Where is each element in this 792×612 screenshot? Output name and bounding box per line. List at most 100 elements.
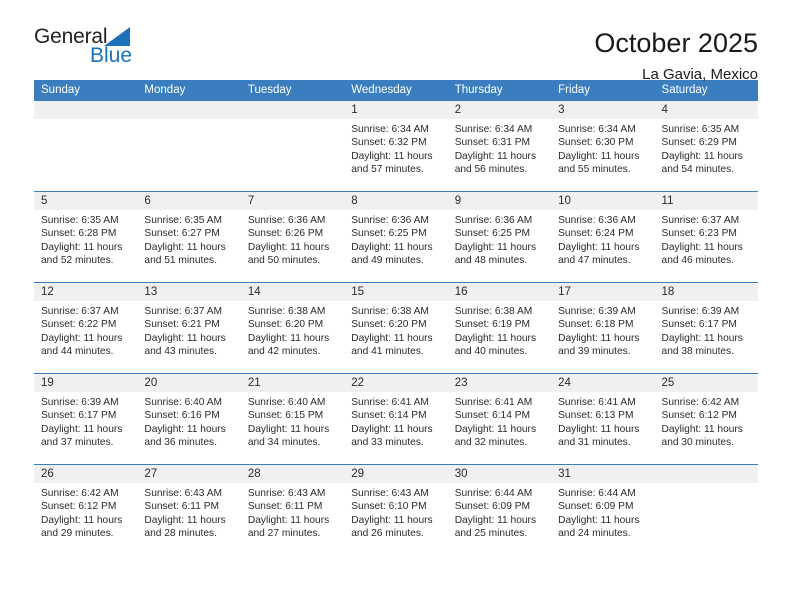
day-number-23[interactable]: 23	[448, 374, 551, 392]
day-detail-line: Sunrise: 6:37 AM	[144, 306, 223, 317]
day-number-15[interactable]: 15	[344, 283, 447, 301]
day-cell-18[interactable]: Sunrise: 6:39 AM Sunset: 6:17 PM Daylight:…	[655, 301, 758, 373]
day-cell-26[interactable]: Sunrise: 6:42 AM Sunset: 6:12 PM Daylight:…	[34, 483, 137, 555]
day-number-10[interactable]: 10	[551, 192, 654, 210]
day-cell-20[interactable]: Sunrise: 6:40 AM Sunset: 6:16 PM Daylight:…	[137, 392, 240, 464]
day-cell-16[interactable]: Sunrise: 6:38 AM Sunset: 6:19 PM Daylight:…	[448, 301, 551, 373]
day-detail-line: Sunrise: 6:37 AM	[661, 215, 740, 226]
day-number-11[interactable]: 11	[655, 192, 758, 210]
calendar-week-row: 5 6 7 8 9 10 11 Sunrise: 6:35 AM Sunset: 6:28 PM…	[34, 191, 758, 282]
day-cell-28[interactable]: Sunrise: 6:43 AM Sunset: 6:11 PM Daylight:…	[241, 483, 344, 555]
day-number-16[interactable]: 16	[448, 283, 551, 301]
day-cell-13[interactable]: Sunrise: 6:37 AM Sunset: 6:21 PM Daylight:…	[137, 301, 240, 373]
day-detail-line: Sunset: 6:31 PM	[454, 137, 531, 149]
day-cell-6[interactable]: Sunrise: 6:35 AM Sunset: 6:27 PM Daylight:…	[137, 210, 240, 282]
day-number-8[interactable]: 8	[344, 192, 447, 210]
day-number-3[interactable]: 3	[551, 101, 654, 119]
day-cell-24[interactable]: Sunrise: 6:41 AM Sunset: 6:13 PM Daylight:…	[551, 392, 654, 464]
day-number-17[interactable]: 17	[551, 283, 654, 301]
day-cell-12[interactable]: Sunrise: 6:37 AM Sunset: 6:22 PM Daylight:…	[34, 301, 137, 373]
day-cell-22[interactable]: Sunrise: 6:41 AM Sunset: 6:14 PM Daylight:…	[344, 392, 447, 464]
day-detail-line: Daylight: 11 hours	[247, 332, 330, 344]
day-detail-line: Daylight: 11 hours	[454, 150, 537, 162]
day-number-7[interactable]: 7	[241, 192, 344, 210]
day-detail-line: and 52 minutes.	[41, 254, 114, 266]
day-cell-30[interactable]: Sunrise: 6:44 AM Sunset: 6:09 PM Daylight:…	[448, 483, 551, 555]
day-cell-17[interactable]: Sunrise: 6:39 AM Sunset: 6:18 PM Daylight:…	[551, 301, 654, 373]
day-number-31[interactable]: 31	[551, 465, 654, 483]
day-detail-line: Sunset: 6:21 PM	[144, 319, 220, 331]
day-number-29[interactable]: 29	[344, 465, 447, 483]
day-number-20[interactable]: 20	[137, 374, 240, 392]
day-number-13[interactable]: 13	[137, 283, 240, 301]
day-number-22[interactable]: 22	[344, 374, 447, 392]
day-cell-1[interactable]: Sunrise: 6:34 AM Sunset: 6:32 PM Daylight:…	[344, 119, 447, 191]
day-cell-19[interactable]: Sunrise: 6:39 AM Sunset: 6:17 PM Daylight:…	[34, 392, 137, 464]
day-detail-line: Daylight: 11 hours	[144, 423, 226, 435]
calendar-week-row: 26 27 28 29 30 31 Sunrise: 6:42 AM Sunset: 6:12…	[34, 464, 758, 555]
day-detail-line: Sunrise: 6:35 AM	[144, 215, 223, 226]
day-cell-5[interactable]: Sunrise: 6:35 AM Sunset: 6:28 PM Daylight:…	[34, 210, 137, 282]
day-cell-31[interactable]: Sunrise: 6:44 AM Sunset: 6:09 PM Daylight:…	[551, 483, 654, 555]
day-detail-line: Daylight: 11 hours	[351, 332, 433, 344]
day-number-19[interactable]: 19	[34, 374, 137, 392]
day-number-9[interactable]: 9	[448, 192, 551, 210]
day-number-28[interactable]: 28	[241, 465, 344, 483]
day-number-14[interactable]: 14	[241, 283, 344, 301]
day-number-2[interactable]: 2	[448, 101, 551, 119]
day-number-6[interactable]: 6	[137, 192, 240, 210]
day-number-1[interactable]: 1	[344, 101, 447, 119]
day-number-25[interactable]: 25	[655, 374, 758, 392]
day-detail-line: and 37 minutes.	[41, 436, 114, 448]
week-date-strip: 19 20 21 22 23 24 25	[34, 374, 758, 392]
day-number-24[interactable]: 24	[551, 374, 654, 392]
day-cell-9[interactable]: Sunrise: 6:36 AM Sunset: 6:25 PM Daylight:…	[448, 210, 551, 282]
day-detail-line: Daylight: 11 hours	[661, 241, 743, 253]
day-detail-line: Daylight: 11 hours	[247, 423, 330, 435]
day-detail-line: Sunrise: 6:39 AM	[558, 306, 636, 317]
day-cell-2[interactable]: Sunrise: 6:34 AM Sunset: 6:31 PM Daylight:…	[448, 119, 551, 191]
weekday-header-friday: Friday	[558, 84, 591, 96]
day-detail-line: and 29 minutes.	[41, 527, 114, 539]
day-cell-4[interactable]: Sunrise: 6:35 AM Sunset: 6:29 PM Daylight:…	[655, 119, 758, 191]
day-detail-line: Sunrise: 6:41 AM	[454, 397, 533, 408]
day-number-5[interactable]: 5	[34, 192, 137, 210]
day-detail-line: Sunset: 6:25 PM	[454, 228, 531, 240]
day-cell-25[interactable]: Sunrise: 6:42 AM Sunset: 6:12 PM Daylight:…	[655, 392, 758, 464]
day-detail-line: and 26 minutes.	[351, 527, 424, 539]
general-blue-logo[interactable]: General Blue	[34, 26, 146, 74]
day-detail-line: and 44 minutes.	[41, 345, 114, 357]
day-detail-line: Daylight: 11 hours	[144, 514, 226, 526]
day-number-26[interactable]: 26	[34, 465, 137, 483]
day-detail-line: Sunrise: 6:34 AM	[454, 124, 533, 135]
day-detail-line: Sunset: 6:12 PM	[41, 501, 117, 513]
day-detail-line: and 38 minutes.	[661, 345, 735, 357]
day-cell-23[interactable]: Sunrise: 6:41 AM Sunset: 6:14 PM Daylight:…	[448, 392, 551, 464]
day-cell-14[interactable]: Sunrise: 6:38 AM Sunset: 6:20 PM Daylight:…	[241, 301, 344, 373]
calendar-page: General Blue October 2025 La Gavia, Mexi…	[0, 0, 792, 612]
day-cell-29[interactable]: Sunrise: 6:43 AM Sunset: 6:10 PM Daylight:…	[344, 483, 447, 555]
day-cell-21[interactable]: Sunrise: 6:40 AM Sunset: 6:15 PM Daylight:…	[241, 392, 344, 464]
day-cell-8[interactable]: Sunrise: 6:36 AM Sunset: 6:25 PM Daylight:…	[344, 210, 447, 282]
day-detail-line: and 39 minutes.	[558, 345, 631, 357]
day-detail-line: Sunset: 6:09 PM	[454, 501, 531, 513]
day-detail-line: Daylight: 11 hours	[144, 332, 226, 344]
day-detail-line: Sunrise: 6:38 AM	[454, 306, 533, 317]
day-cell-10[interactable]: Sunrise: 6:36 AM Sunset: 6:24 PM Daylight:…	[551, 210, 654, 282]
day-cell-27[interactable]: Sunrise: 6:43 AM Sunset: 6:11 PM Daylight:…	[137, 483, 240, 555]
day-cell-7[interactable]: Sunrise: 6:36 AM Sunset: 6:26 PM Daylight:…	[241, 210, 344, 282]
day-detail-line: Sunset: 6:19 PM	[454, 319, 531, 331]
day-number-12[interactable]: 12	[34, 283, 137, 301]
day-detail-line: and 57 minutes.	[351, 163, 424, 175]
day-cell-15[interactable]: Sunrise: 6:38 AM Sunset: 6:20 PM Daylight:…	[344, 301, 447, 373]
day-cell-11[interactable]: Sunrise: 6:37 AM Sunset: 6:23 PM Daylight:…	[655, 210, 758, 282]
day-number-30[interactable]: 30	[448, 465, 551, 483]
week-date-strip: 26 27 28 29 30 31	[34, 465, 758, 483]
day-detail-line: Sunset: 6:20 PM	[247, 319, 324, 331]
day-number-21[interactable]: 21	[241, 374, 344, 392]
day-number-4[interactable]: 4	[655, 101, 758, 119]
day-number-18[interactable]: 18	[655, 283, 758, 301]
week-date-strip: 1234	[34, 101, 758, 119]
day-number-27[interactable]: 27	[137, 465, 240, 483]
day-cell-3[interactable]: Sunrise: 6:34 AM Sunset: 6:30 PM Daylight:…	[551, 119, 654, 191]
